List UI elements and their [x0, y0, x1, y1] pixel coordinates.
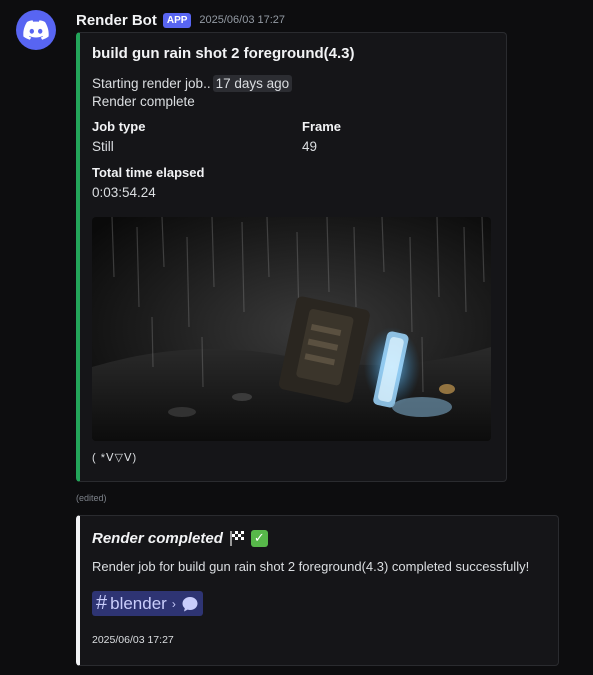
message-timestamp[interactable]: 2025/06/03 17:27: [199, 14, 285, 26]
thread-bubble-icon: [182, 596, 198, 611]
message-header: Render Bot APP 2025/06/03 17:27: [76, 10, 285, 30]
checkered-flag-icon: [230, 531, 244, 546]
chevron-right-icon: ›: [171, 596, 176, 611]
channel-name: blender: [110, 593, 167, 613]
embed2-timestamp: 2025/06/03 17:27: [92, 634, 174, 646]
channel-hash-icon: #: [96, 592, 108, 614]
render-image-graphic: [92, 217, 491, 441]
check-mark-icon: ✓: [250, 529, 268, 547]
relative-timestamp[interactable]: 17 days ago: [212, 75, 293, 92]
embed2-title: Render completed: [92, 529, 223, 547]
field-value-job-type: Still: [92, 139, 114, 154]
field-name-frame: Frame: [302, 119, 342, 134]
app-badge: APP: [162, 12, 192, 28]
edited-label[interactable]: (edited): [76, 493, 107, 503]
field-value-total-time: 0:03:54.24: [92, 185, 156, 200]
description-prefix: Starting render job..: [92, 76, 211, 91]
render-status-embed: build gun rain shot 2 foreground(4.3) St…: [76, 32, 507, 482]
bot-avatar[interactable]: [16, 10, 56, 50]
field-name-job-type: Job type: [92, 119, 146, 134]
channel-mention[interactable]: # blender ›: [92, 591, 203, 616]
embed-title: build gun rain shot 2 foreground(4.3): [92, 45, 355, 62]
embed-footer: ( *ᐯ▽ᐯ): [92, 452, 138, 464]
embed2-description: Render job for build gun rain shot 2 for…: [92, 559, 530, 574]
embed2-title-row: Render completed ✓: [92, 529, 268, 547]
embed-description-line1: Starting render job.. 17 days ago: [92, 75, 293, 92]
field-value-frame: 49: [302, 139, 318, 154]
embed-description-line2: Render complete: [92, 94, 195, 109]
field-name-total-time: Total time elapsed: [92, 165, 205, 180]
username[interactable]: Render Bot: [76, 12, 157, 29]
render-completed-embed: Render completed ✓ Render job for build …: [76, 515, 559, 666]
render-image[interactable]: [92, 217, 491, 441]
discord-logo-icon: [23, 20, 49, 40]
